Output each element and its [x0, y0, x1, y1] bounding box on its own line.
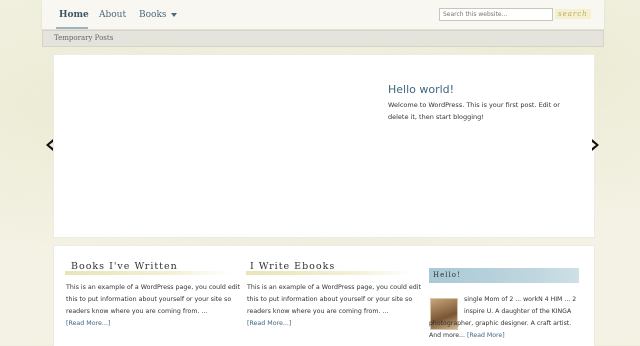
top-nav-bar: Home About Books search [42, 0, 604, 30]
read-more-link[interactable]: [Read More...] [247, 320, 291, 327]
read-more-link[interactable]: [Read More] [467, 332, 505, 339]
bio-line-1: single Mom of 2 ... workN 4 HIM ... 2 in… [464, 296, 577, 315]
sidebar-heading: Hello! [433, 271, 461, 279]
search-button[interactable]: search [555, 9, 591, 19]
featured-slider: Hello world! Welcome to WordPress. This … [53, 54, 595, 238]
sidebar-widget-header: Hello! [429, 268, 579, 283]
nav-books[interactable]: Books [139, 10, 177, 20]
slide-title[interactable]: Hello world! [388, 83, 454, 96]
content-area: Books I've Written This is an example of… [53, 245, 595, 346]
title-decoration [65, 271, 233, 275]
column-text-books: This is an example of a WordPress page, … [66, 282, 241, 330]
chevron-down-icon [170, 12, 177, 17]
sidebar-bio: single Mom of 2 ... workN 4 HIM ... 2 in… [429, 294, 584, 342]
nav-books-label: Books [139, 10, 167, 20]
column-text-ebooks: This is an example of a WordPress page, … [247, 282, 422, 330]
title-decoration [246, 271, 414, 275]
read-more-link[interactable]: [Read More...] [66, 320, 110, 327]
nav-about[interactable]: About [99, 10, 126, 20]
slide-excerpt: Welcome to WordPress. This is your first… [388, 101, 560, 121]
secondary-nav-bar: Temporary Posts [42, 30, 604, 47]
column-excerpt: This is an example of a WordPress page, … [247, 284, 421, 315]
slider-prev-arrow-icon[interactable] [44, 138, 56, 152]
search-input[interactable] [439, 8, 553, 21]
active-nav-indicator [56, 27, 88, 29]
nav-home[interactable]: Home [59, 10, 89, 20]
slider-next-arrow-icon[interactable] [589, 138, 601, 152]
column-excerpt: This is an example of a WordPress page, … [66, 284, 240, 315]
subnav-temporary-posts[interactable]: Temporary Posts [54, 34, 113, 42]
